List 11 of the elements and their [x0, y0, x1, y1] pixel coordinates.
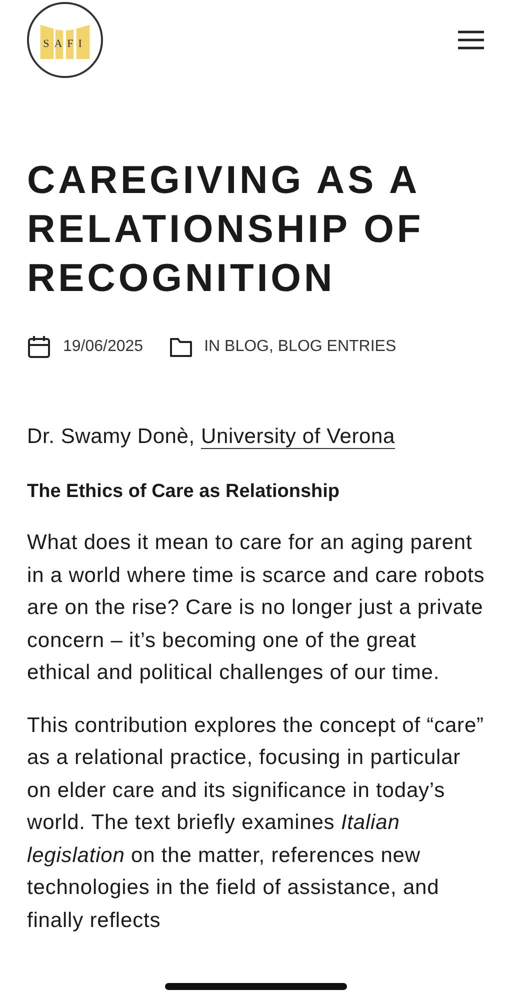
- calendar-icon: [27, 335, 51, 359]
- body-paragraph: This contribution explores the concept of “care” as a relational practice, focusing in particular on elder care and its significance in today’s world. The text briefly examines Italian legislation on the matter, references new technologies in the field of assistance, and finally reflects: [27, 712, 485, 934]
- article-title: CAREGIVING AS A RELATIONSHIP OF RECOGNITION: [27, 158, 425, 302]
- menu-icon[interactable]: [457, 29, 485, 51]
- section-heading: The Ethics of Care as Relationship: [27, 480, 341, 504]
- post-categories: IN BLOG, BLOG ENTRIES: [204, 338, 396, 356]
- author-name: Dr. Swamy Donè,: [27, 425, 195, 448]
- post-date: 19/06/2025: [63, 338, 144, 356]
- affiliation-link[interactable]: University of Verona: [201, 425, 395, 449]
- folder-icon: [169, 336, 194, 358]
- body-paragraph: What does it mean to care for an aging parent in a world where time is scarce and care robots are on the rise? Care is no longer just a private concern – it’s becoming one of the great ethical and political challenges of our time.: [27, 530, 485, 686]
